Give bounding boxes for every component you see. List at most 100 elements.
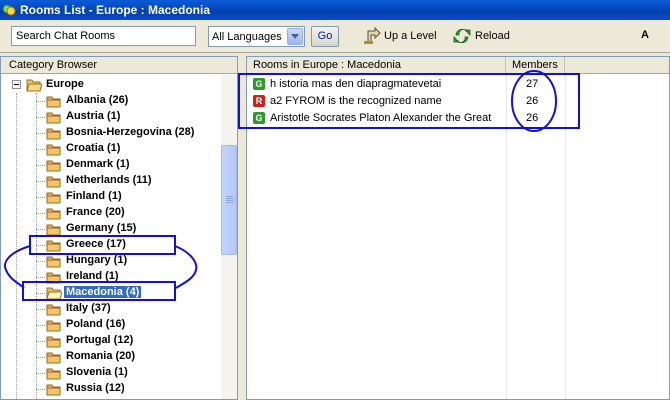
folder-icon xyxy=(46,158,62,172)
tree-root-label: Europe xyxy=(46,78,84,90)
folder-icon xyxy=(46,222,62,236)
tree-item-label: Albania (26) xyxy=(66,94,129,106)
tree-connector xyxy=(36,117,45,118)
tree-connector xyxy=(36,389,45,390)
tree-connector xyxy=(16,93,17,399)
room-member-count: 26 xyxy=(526,112,539,124)
scrollbar-grip xyxy=(226,196,233,204)
tree-connector xyxy=(36,213,45,214)
category-browser: Category Browser Europe Albania (26) Aust… xyxy=(0,56,238,400)
room-badge-icon: G xyxy=(253,112,265,124)
column-header-room[interactable]: Rooms in Europe : Macedonia xyxy=(247,57,506,74)
title-bar: Rooms List - Europe : Macedonia xyxy=(0,0,670,20)
column-headers: Rooms in Europe : Macedonia Members xyxy=(247,57,669,74)
go-button[interactable]: Go xyxy=(311,26,339,47)
folder-icon xyxy=(46,126,62,140)
tree-connector xyxy=(36,341,45,342)
room-row[interactable]: Gh istoria mas den diapragmatevetai 27 xyxy=(247,76,669,93)
chevron-down-icon[interactable] xyxy=(287,28,303,45)
tree-item-label: Italy (37) xyxy=(66,302,111,314)
room-member-count: 27 xyxy=(526,78,539,90)
tree-item-label: France (20) xyxy=(66,206,125,218)
folder-icon xyxy=(46,142,62,156)
tree-connector xyxy=(36,93,37,399)
tree-connector xyxy=(36,261,45,262)
tree-item-label: Ireland (1) xyxy=(66,270,119,282)
tree-connector xyxy=(36,293,45,294)
folder-icon xyxy=(46,350,62,364)
folder-icon xyxy=(46,94,62,108)
category-tree: Europe Albania (26) Austria (1) Bosnia-Her… xyxy=(1,75,221,399)
tree-item-label: Germany (15) xyxy=(66,222,137,234)
tree-item-label: Poland (16) xyxy=(66,318,126,330)
tree-connector xyxy=(36,373,45,374)
folder-icon xyxy=(46,190,62,204)
toolbar: All Languages Go Up a Level Reload A xyxy=(0,20,670,53)
tree-connector xyxy=(36,229,45,230)
tree-item-label: Finland (1) xyxy=(66,190,122,202)
window-title: Rooms List - Europe : Macedonia xyxy=(20,3,211,17)
room-row[interactable]: G Aristotle Socrates Platon Alexander the… xyxy=(247,110,669,127)
tree-item-label: Hungary (1) xyxy=(66,254,128,266)
tree-connector xyxy=(36,149,45,150)
scrollbar-thumb[interactable] xyxy=(221,145,237,255)
folder-icon xyxy=(46,174,62,188)
column-header-members[interactable]: Members xyxy=(506,57,565,74)
room-row[interactable]: Ra2 FYROM is the recognized name 26 xyxy=(247,93,669,110)
tree-item-label: Denmark (1) xyxy=(66,158,130,170)
language-select[interactable]: All Languages xyxy=(208,26,305,47)
room-badge-icon: R xyxy=(253,95,265,107)
reload-label: Reload xyxy=(475,30,510,42)
tree-item-label: Romania (20) xyxy=(66,350,136,362)
tree-connector xyxy=(36,181,45,182)
tree-connector xyxy=(36,357,45,358)
folder-icon xyxy=(46,318,62,332)
tree-item-label: Greece (17) xyxy=(66,238,126,250)
room-list-panel: Rooms in Europe : Macedonia Members Gh i… xyxy=(246,56,670,400)
toolbar-trailing-text: A xyxy=(641,29,649,41)
tree-item-label: Bosnia-Herzegovina (28) xyxy=(66,126,195,138)
folder-open-icon xyxy=(26,78,43,92)
left-scrollbar[interactable] xyxy=(221,75,237,399)
column-header-blank xyxy=(565,57,669,74)
tree-item-label: Macedonia (4) xyxy=(64,286,142,298)
tree-connector xyxy=(36,325,45,326)
language-select-value: All Languages xyxy=(212,31,282,43)
tree-item-label: Austria (1) xyxy=(66,110,121,122)
tree-item-label: Croatia (1) xyxy=(66,142,121,154)
reload-icon xyxy=(452,26,472,49)
up-level-icon xyxy=(362,26,382,49)
tree-connector xyxy=(36,245,45,246)
folder-icon xyxy=(46,238,62,252)
tree-item-label: Slovenia (1) xyxy=(66,366,128,378)
tree-connector xyxy=(36,133,45,134)
room-name: h istoria mas den diapragmatevetai xyxy=(270,78,442,90)
app-icon xyxy=(2,3,16,17)
search-input[interactable] xyxy=(11,26,196,46)
folder-icon xyxy=(46,110,62,124)
folder-icon xyxy=(46,206,62,220)
tree-connector xyxy=(36,309,45,310)
tree-connector xyxy=(36,277,45,278)
room-name: a2 FYROM is the recognized name xyxy=(270,95,442,107)
reload-button[interactable]: Reload xyxy=(451,25,511,47)
folder-icon xyxy=(46,382,62,396)
tree-item-label: Netherlands (11) xyxy=(66,174,152,186)
folder-icon xyxy=(46,302,62,316)
collapse-toggle[interactable] xyxy=(12,80,21,89)
tree-connector xyxy=(36,197,45,198)
room-member-count: 26 xyxy=(526,95,539,107)
tree-item-label: Russia (12) xyxy=(66,382,125,394)
folder-icon xyxy=(46,366,62,380)
folder-icon xyxy=(46,254,62,268)
tree-connector xyxy=(36,165,45,166)
up-level-button[interactable]: Up a Level xyxy=(360,25,442,47)
room-name: Aristotle Socrates Platon Alexander the … xyxy=(270,112,492,124)
room-badge-icon: G xyxy=(253,78,265,90)
folder-icon xyxy=(46,270,62,284)
folder-open-icon xyxy=(46,286,63,300)
tree-connector xyxy=(36,101,45,102)
up-level-label: Up a Level xyxy=(384,30,437,42)
tree-item-label: Portugal (12) xyxy=(66,334,134,346)
category-browser-header: Category Browser xyxy=(1,57,237,74)
